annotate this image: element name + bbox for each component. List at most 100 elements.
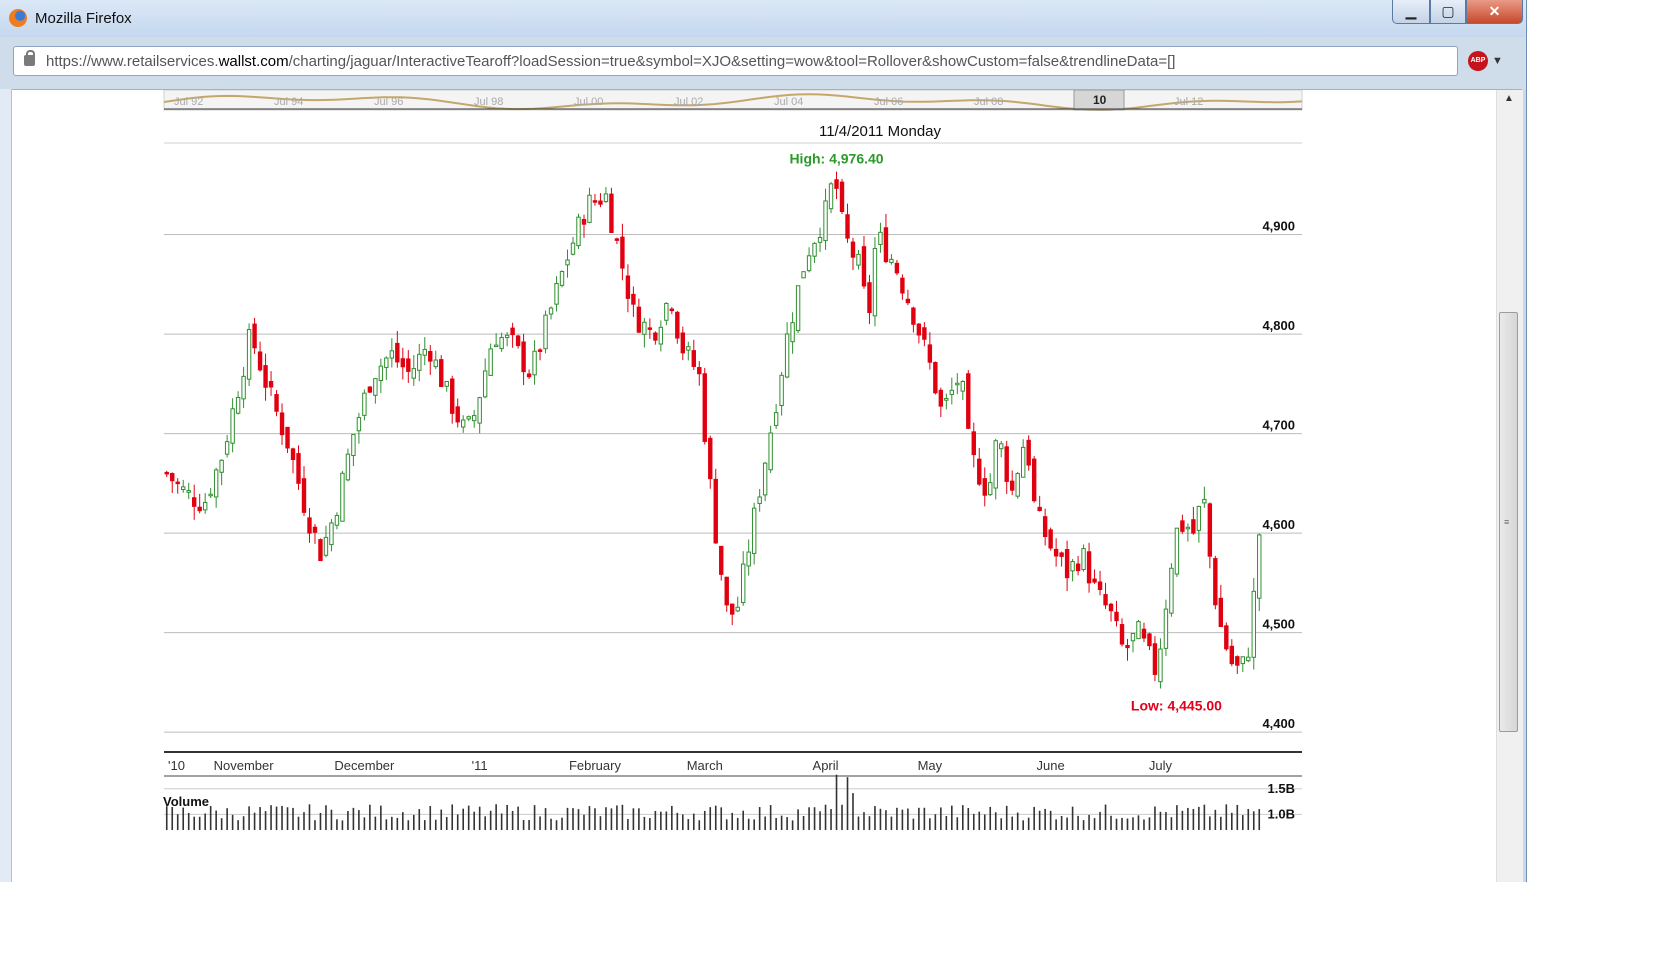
volume-bar (1252, 811, 1255, 830)
candle-body (411, 368, 416, 379)
chart-title: 11/4/2011 Monday (819, 123, 942, 140)
lock-icon (24, 50, 35, 66)
candle-body (636, 306, 642, 333)
volume-bar (934, 814, 937, 830)
volume-bar (1060, 816, 1063, 830)
candle-body (1064, 549, 1070, 579)
adblock-icon[interactable]: ABP (1468, 51, 1488, 71)
candle-body (1207, 503, 1213, 557)
volume-bar (791, 820, 794, 830)
candle-body (356, 417, 362, 432)
left-frame (0, 89, 12, 882)
candle-body (334, 514, 340, 526)
candle-body (1031, 458, 1037, 502)
candle-body (1092, 578, 1097, 583)
volume-bar (923, 807, 926, 830)
scroll-up-arrow[interactable]: ▲ (1496, 90, 1522, 108)
candle-body (181, 486, 186, 491)
volume-bar (1033, 806, 1035, 830)
volume-bar (237, 820, 239, 830)
candle-body (944, 397, 949, 401)
volume-bar (901, 809, 904, 830)
volume-bar (835, 774, 838, 830)
volume-bar (462, 808, 465, 830)
volume-bar (434, 819, 437, 830)
close-button[interactable]: ✕ (1466, 0, 1523, 24)
candle-body (977, 458, 982, 485)
stock-chart[interactable]: Jul 92 Jul 94 Jul 96 Jul 98 Jul 00 Jul 02 Jul … (12, 90, 1494, 882)
volume-bar (989, 806, 992, 830)
navigator-strip[interactable]: Jul 92 Jul 94 Jul 96 Jul 98 Jul 00 Jul 02 Jul … (163, 90, 1303, 112)
candle-body (202, 501, 208, 511)
volume-bar (703, 810, 706, 830)
minimize-button[interactable]: ▁ (1392, 0, 1430, 24)
volume-tick-label: 1.0B (1268, 806, 1295, 821)
volume-bar (802, 816, 805, 830)
candle-body (988, 482, 993, 496)
maximize-button[interactable]: ▢ (1430, 0, 1466, 24)
volume-bar (786, 817, 788, 830)
candlestick-series[interactable] (164, 171, 1262, 689)
candle-body (329, 522, 334, 546)
navigator-label: Jul 96 (374, 96, 403, 108)
volume-bar (813, 807, 816, 830)
volume-bar (1115, 818, 1118, 830)
volume-bar (385, 819, 388, 830)
candle-body (669, 308, 675, 312)
volume-bar (391, 816, 393, 830)
volume-bar (193, 816, 195, 830)
url-bar[interactable]: https://www.retailservices.wallst.com/ch… (13, 46, 1458, 76)
candle-body (834, 179, 839, 189)
date-tick-label: May (918, 758, 943, 773)
candle-body (471, 415, 477, 422)
candle-body (268, 381, 274, 388)
volume-bar (330, 809, 333, 830)
volume-bar (539, 816, 541, 830)
candle-body (911, 307, 916, 325)
candle-body (1169, 567, 1174, 614)
volume-bar (522, 819, 525, 830)
volume-bar (1154, 806, 1156, 830)
volume-bar (182, 807, 185, 830)
volume-bar (1099, 811, 1101, 830)
volume-tick-label: 1.5B (1268, 781, 1295, 796)
volume-bar (764, 816, 766, 830)
adblock-dropdown-icon[interactable]: ▼ (1492, 51, 1503, 71)
url-text: https://www.retailservices.wallst.com/ch… (46, 53, 1175, 70)
candle-body (1240, 656, 1245, 665)
volume-bar (1170, 817, 1173, 830)
navigation-bar: https://www.retailservices.wallst.com/ch… (0, 37, 1526, 90)
candle-body (400, 358, 406, 368)
candle-body (625, 275, 631, 299)
candle-body (960, 380, 965, 392)
candle-body (296, 453, 301, 484)
candle-body (312, 526, 318, 533)
volume-bar (533, 805, 536, 830)
candle-body (208, 493, 213, 497)
date-tick-label: July (1149, 758, 1173, 773)
candle-body (883, 227, 889, 263)
candle-body (795, 285, 801, 331)
window-title: Mozilla Firefox (35, 10, 132, 27)
volume-bar (830, 809, 832, 830)
volume-bar (418, 809, 421, 830)
volume-bar (621, 804, 624, 830)
volume-bar (731, 812, 734, 830)
date-tick-label: March (687, 758, 723, 773)
candle-body (515, 335, 521, 347)
date-tick-label: December (334, 758, 395, 773)
volume-bar (572, 808, 574, 830)
candle-body (1158, 648, 1163, 683)
candle-body (1108, 603, 1114, 612)
volume-bar (594, 808, 596, 830)
volume-bar (489, 810, 492, 830)
navigator-handle-label: 10 (1093, 93, 1107, 107)
volume-bar (1088, 814, 1090, 830)
candle-body (290, 448, 296, 461)
candle-body (823, 200, 828, 242)
volume-bar (566, 807, 569, 830)
volume-bar (1082, 820, 1085, 830)
volume-bar (511, 810, 514, 830)
candle-body (1125, 644, 1130, 649)
volume-bar (638, 808, 640, 830)
